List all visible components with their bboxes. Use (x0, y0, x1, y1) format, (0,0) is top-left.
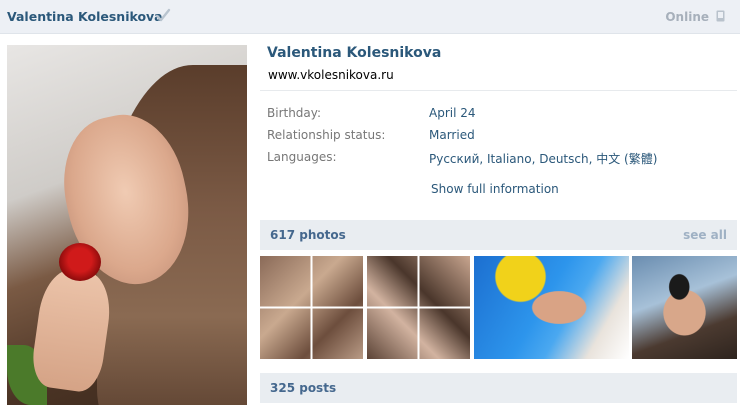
mobile-phone-icon (716, 10, 725, 22)
photo-thumbnail[interactable] (260, 256, 363, 359)
posts-section-header[interactable]: 325 posts (260, 373, 737, 403)
field-value-link[interactable]: Married (429, 128, 475, 142)
header-profile-name[interactable]: Valentina Kolesnikova (7, 9, 163, 24)
profile-header-bar: Valentina Kolesnikova Online (0, 0, 740, 34)
field-label: Relationship status: (267, 128, 386, 142)
profile-website[interactable]: www.vkolesnikova.ru (268, 68, 394, 82)
see-all-photos-link[interactable]: see all (683, 228, 727, 242)
profile-full-name: Valentina Kolesnikova (267, 45, 442, 61)
field-value-link[interactable]: April 24 (429, 106, 476, 120)
field-label: Languages: (267, 150, 337, 164)
avatar-rose (59, 243, 101, 281)
info-divider (260, 90, 737, 91)
online-status: Online (665, 10, 709, 24)
profile-avatar[interactable] (7, 45, 247, 405)
show-full-information-link[interactable]: Show full information (431, 182, 559, 196)
photo-thumbnail[interactable] (474, 256, 629, 359)
photos-count[interactable]: 617 photos (270, 228, 346, 242)
checkmark-icon (155, 8, 171, 22)
photo-thumbnail[interactable] (632, 256, 737, 359)
field-value-link[interactable]: Русский, Italiano, Deutsch, 中文 (繁體) (429, 150, 657, 167)
field-label: Birthday: (267, 106, 322, 120)
photo-thumbnail[interactable] (367, 256, 470, 359)
photos-section-header[interactable]: 617 photos see all (260, 220, 737, 250)
posts-count[interactable]: 325 posts (270, 381, 336, 395)
